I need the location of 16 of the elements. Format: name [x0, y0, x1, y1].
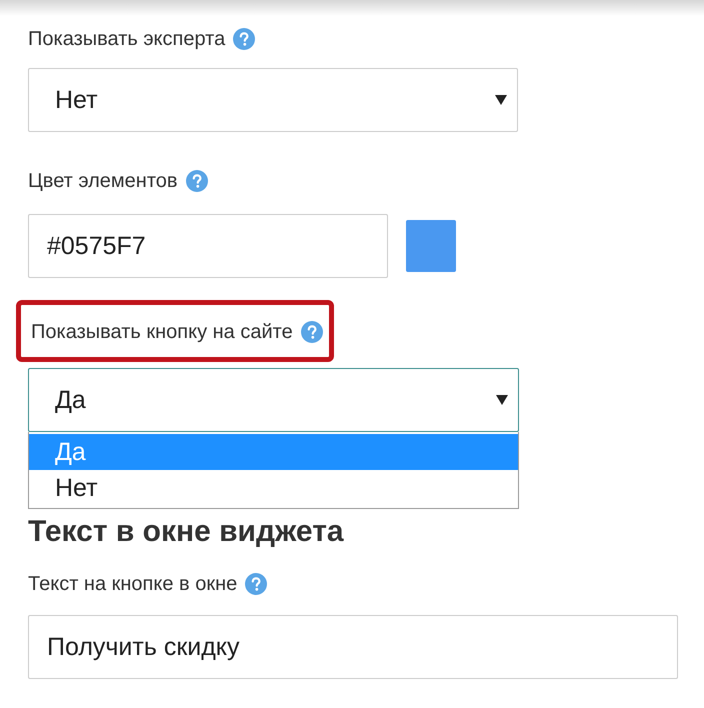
help-icon[interactable]: [245, 573, 268, 595]
select-field[interactable]: Да: [28, 368, 519, 432]
help-icon[interactable]: [233, 28, 256, 50]
field-label: Показывать кнопку на сайте: [31, 320, 293, 344]
section-title: Текст в окне виджета: [28, 515, 345, 549]
color-swatch[interactable]: [406, 220, 456, 272]
field-label: Показывать эксперта: [28, 28, 226, 50]
caret-icon: [495, 95, 507, 105]
help-icon[interactable]: [186, 170, 208, 192]
select-field[interactable]: Нет: [28, 68, 518, 132]
help-icon[interactable]: [300, 321, 323, 343]
color-input[interactable]: #0575F7: [28, 214, 388, 278]
text-input[interactable]: Получить скидку: [28, 615, 678, 679]
field-label: Цвет элементов: [28, 170, 178, 192]
caret-icon: [496, 395, 508, 405]
field-label: Текст на кнопке в окне: [28, 572, 238, 596]
